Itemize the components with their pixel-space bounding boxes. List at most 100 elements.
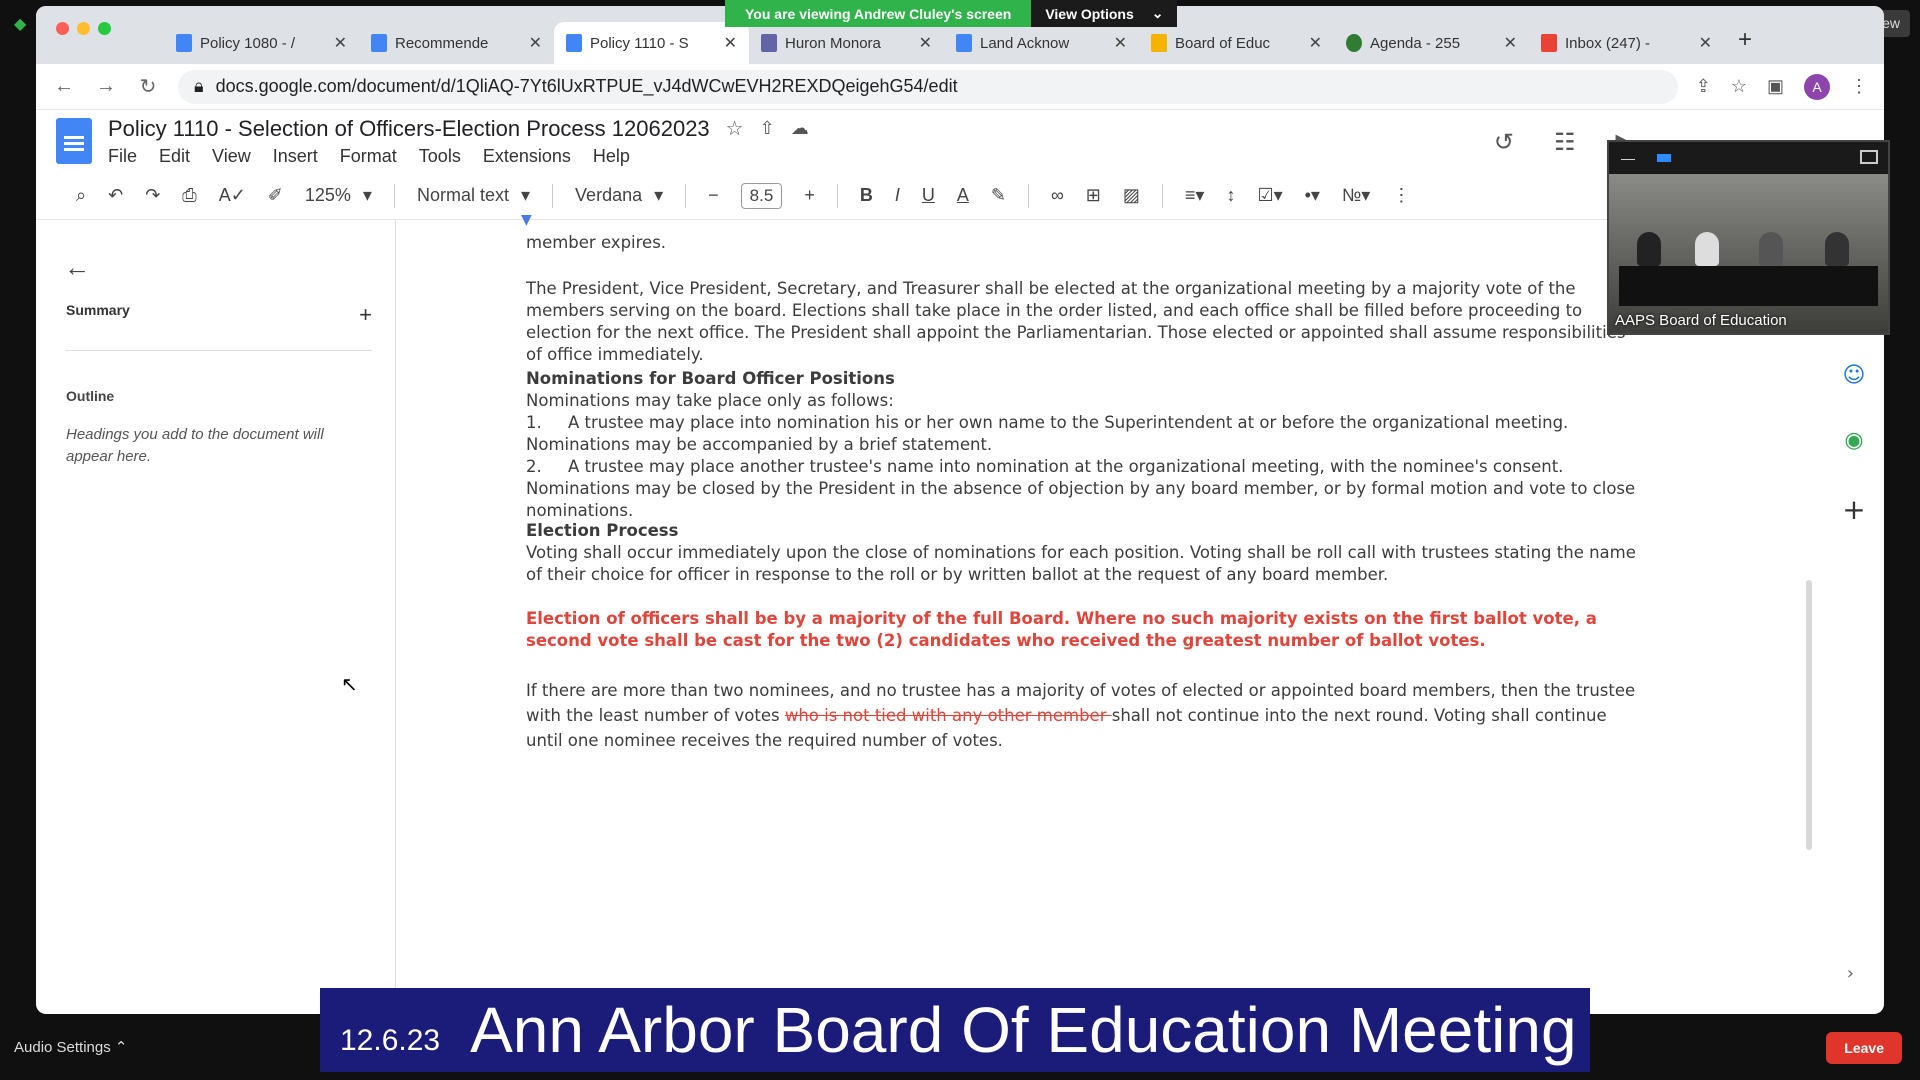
spellcheck-icon[interactable]: A✓ [219, 185, 246, 206]
expand-icon[interactable] [1860, 150, 1878, 164]
share-icon[interactable]: ⇪ [1696, 76, 1711, 97]
menu-insert[interactable]: Insert [273, 146, 318, 167]
bold-icon[interactable]: B [860, 185, 873, 206]
link-icon[interactable]: ∞ [1051, 185, 1064, 206]
menu-format[interactable]: Format [340, 146, 397, 167]
more-vert-icon[interactable]: ⋮ [1850, 76, 1868, 97]
chart-icon [1151, 34, 1167, 52]
minimize-icon[interactable]: — [1621, 150, 1635, 166]
undo-icon[interactable]: ↶ [108, 185, 123, 206]
close-icon[interactable]: ✕ [529, 33, 542, 53]
cloud-status-icon[interactable]: ☁ [791, 118, 809, 139]
highlight-icon[interactable]: ✎ [991, 185, 1006, 206]
bulleted-list-icon[interactable]: •▾ [1305, 185, 1320, 206]
style-select[interactable]: Normal text ▾ [417, 185, 530, 206]
paragraph-nominations-intro: Nominations may take place only as follo… [526, 391, 894, 410]
indent-marker-icon[interactable]: ▼ [521, 212, 532, 228]
video-thumbnail[interactable]: — AAPS Board of Education [1607, 140, 1890, 335]
back-icon[interactable]: ← [52, 75, 76, 98]
italic-icon[interactable]: I [895, 185, 900, 206]
style-value: Normal text [416, 185, 509, 205]
close-icon[interactable]: ✕ [1504, 33, 1517, 53]
text-color-icon[interactable]: A [957, 185, 969, 206]
chevron-right-icon[interactable]: › [1847, 963, 1854, 984]
close-icon[interactable]: ✕ [919, 33, 932, 53]
tab-board-of-education[interactable]: Board of Educ ✕ [1139, 22, 1334, 64]
toolbar-divider [685, 183, 687, 208]
participant-figure [1825, 232, 1849, 266]
document-title[interactable]: Policy 1110 - Selection of Officers-Elec… [108, 116, 710, 142]
tab-title: Agenda - 255 [1370, 34, 1461, 52]
tab-land-acknowledgement[interactable]: Land Acknow ✕ [944, 22, 1139, 64]
document-page[interactable]: ▼ member expires. The President, Vice Pr… [396, 212, 1884, 1014]
outline-sidebar: ← Summary + Outline Headings you add to … [36, 220, 396, 1014]
google-docs-logo-icon[interactable] [56, 118, 92, 164]
view-options-button[interactable]: View Options ⌄ [1031, 0, 1178, 27]
bookmark-star-icon[interactable]: ☆ [1731, 76, 1747, 97]
meeting-video-feed: AAPS Board of Education [1609, 174, 1888, 333]
search-icon[interactable]: ⌕ [76, 185, 86, 206]
add-addon-icon[interactable]: + [1842, 493, 1865, 526]
caption-date: 12.6.23 [340, 1024, 441, 1057]
close-icon[interactable]: ✕ [1699, 33, 1712, 53]
checklist-icon[interactable]: ☑▾ [1257, 185, 1282, 206]
google-docs-icon [176, 34, 192, 52]
menu-tools[interactable]: Tools [419, 146, 461, 167]
menu-file[interactable]: File [108, 146, 137, 167]
speaker-view-icon[interactable] [1657, 154, 1671, 162]
font-select[interactable]: Verdana ▾ [575, 185, 663, 206]
close-icon[interactable]: ✕ [724, 33, 737, 53]
tab-policy-1080[interactable]: Policy 1080 - / ✕ [164, 22, 359, 64]
tab-inbox[interactable]: Inbox (247) - ✕ [1529, 22, 1724, 64]
more-icon[interactable]: ⋮ [1392, 185, 1410, 206]
move-icon[interactable]: ⇧ [760, 118, 775, 139]
numbered-list-icon[interactable]: №▾ [1342, 185, 1370, 206]
contacts-icon[interactable]: ☺ [1843, 363, 1866, 388]
version-history-icon[interactable]: ↺ [1494, 128, 1514, 157]
font-size-input[interactable]: 8.5 [740, 182, 783, 209]
increase-font-size-icon[interactable]: + [804, 185, 815, 206]
insert-image-icon[interactable]: ▨ [1123, 185, 1140, 206]
close-window-dot[interactable] [56, 22, 69, 35]
new-tab-button[interactable]: + [1724, 26, 1766, 64]
profile-avatar[interactable]: A [1804, 73, 1830, 100]
line-spacing-icon[interactable]: ↕ [1226, 185, 1235, 206]
tab-agenda[interactable]: Agenda - 255 ✕ [1334, 22, 1529, 64]
back-arrow-icon[interactable]: ← [64, 252, 90, 283]
comments-icon[interactable]: ☷ [1554, 128, 1576, 157]
tab-recommended[interactable]: Recommende ✕ [359, 22, 554, 64]
menu-help[interactable]: Help [593, 146, 630, 167]
scrollbar[interactable] [1806, 580, 1812, 850]
add-summary-icon[interactable]: + [359, 302, 372, 328]
paragraph-line-top: member expires. [526, 233, 667, 252]
menu-extensions[interactable]: Extensions [483, 146, 571, 167]
maps-icon[interactable]: ◉ [1844, 428, 1863, 453]
redo-icon[interactable]: ↷ [145, 185, 160, 206]
leave-button[interactable]: Leave [1826, 1032, 1902, 1064]
close-icon[interactable]: ✕ [1114, 33, 1127, 53]
close-icon[interactable]: ✕ [334, 33, 347, 53]
print-icon[interactable]: ⎙ [182, 185, 196, 206]
maximize-window-dot[interactable] [98, 22, 111, 35]
close-icon[interactable]: ✕ [1309, 33, 1322, 53]
menu-view[interactable]: View [212, 146, 251, 167]
tab-policy-1110[interactable]: Policy 1110 - S ✕ [554, 22, 749, 64]
star-icon[interactable]: ☆ [726, 116, 744, 141]
align-icon[interactable]: ≡▾ [1185, 185, 1205, 206]
url-field[interactable]: 🔒︎ docs.google.com/document/d/1QliAQ-7Yt… [178, 69, 1678, 104]
menu-edit[interactable]: Edit [159, 146, 190, 167]
audio-settings-button[interactable]: Audio Settings ⌃ [14, 1038, 127, 1056]
forward-icon[interactable]: → [94, 75, 118, 98]
minimize-window-dot[interactable] [77, 22, 90, 35]
underline-icon[interactable]: U [922, 185, 935, 206]
heading-election-process: Election Process [526, 521, 679, 540]
zoom-select[interactable]: 125% ▾ [305, 185, 372, 206]
decrease-font-size-icon[interactable]: − [708, 185, 719, 206]
security-shield-icon[interactable]: ◆ [14, 14, 34, 36]
reload-icon[interactable]: ↻ [136, 74, 160, 99]
tab-huron-monora[interactable]: Huron Monora ✕ [749, 22, 944, 64]
paint-format-icon[interactable]: ✐ [268, 185, 283, 206]
add-comment-icon[interactable]: ⊞ [1086, 185, 1101, 206]
toolbar-divider [393, 183, 395, 208]
sidepanel-icon[interactable]: ▣ [1767, 76, 1784, 97]
